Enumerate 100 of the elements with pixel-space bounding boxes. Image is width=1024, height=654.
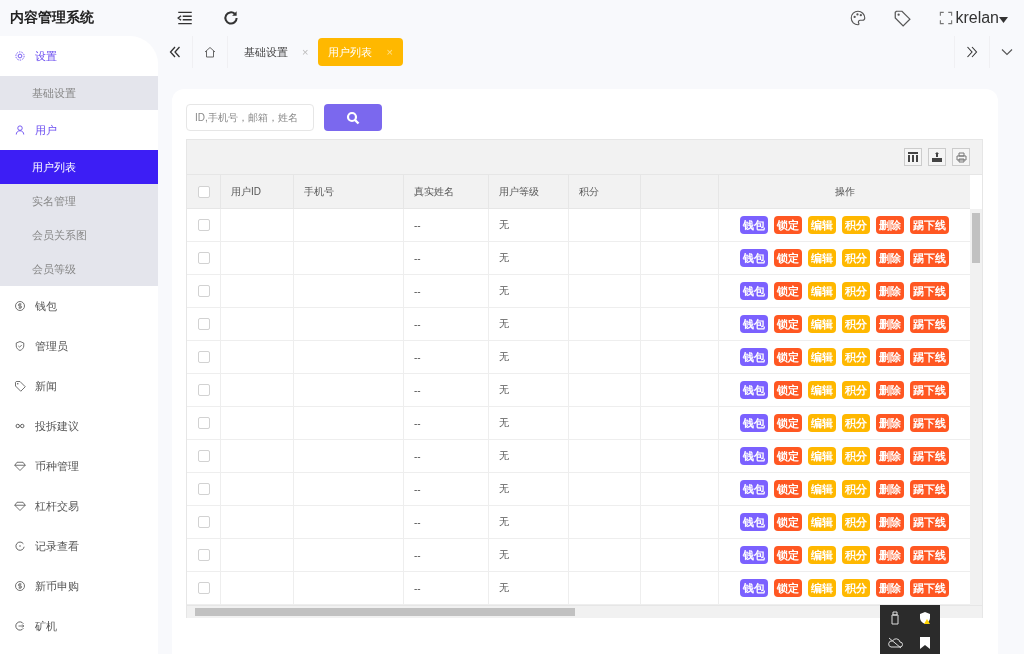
action-button[interactable]: 踢下线 <box>910 447 949 465</box>
action-button[interactable]: 积分 <box>842 315 870 333</box>
action-button[interactable]: 锁定 <box>774 282 802 300</box>
tag-icon[interactable] <box>893 9 912 27</box>
action-button[interactable]: 锁定 <box>774 546 802 564</box>
action-button[interactable]: 编辑 <box>808 249 836 267</box>
action-button[interactable]: 积分 <box>842 381 870 399</box>
checkbox[interactable] <box>197 351 210 363</box>
action-button[interactable]: 积分 <box>842 480 870 498</box>
action-button[interactable]: 踢下线 <box>910 315 949 333</box>
action-button[interactable]: 删除 <box>876 579 904 597</box>
sidebar-item[interactable]: 投拆建议 <box>0 406 158 446</box>
action-button[interactable]: 编辑 <box>808 513 836 531</box>
action-button[interactable]: 钱包 <box>740 216 768 234</box>
checkbox[interactable] <box>197 417 210 429</box>
action-button[interactable]: 积分 <box>842 513 870 531</box>
horizontal-scrollbar[interactable] <box>187 605 982 618</box>
bookmark-icon[interactable] <box>919 636 931 651</box>
action-button[interactable]: 锁定 <box>774 480 802 498</box>
action-button[interactable]: 删除 <box>876 546 904 564</box>
action-button[interactable]: 删除 <box>876 447 904 465</box>
checkbox[interactable] <box>197 285 210 297</box>
close-icon[interactable]: × <box>302 46 309 58</box>
action-button[interactable]: 删除 <box>876 348 904 366</box>
action-button[interactable]: 删除 <box>876 513 904 531</box>
action-button[interactable]: 踢下线 <box>910 249 949 267</box>
user-menu[interactable]: krelan <box>955 9 1008 27</box>
checkbox[interactable] <box>197 483 210 495</box>
refresh-icon[interactable] <box>222 9 240 27</box>
checkbox[interactable] <box>197 582 210 594</box>
cloud-off-icon[interactable] <box>887 637 903 650</box>
action-button[interactable]: 积分 <box>842 579 870 597</box>
action-button[interactable]: 踢下线 <box>910 546 949 564</box>
action-button[interactable]: 删除 <box>876 480 904 498</box>
sidebar-item[interactable]: 杠杆交易 <box>0 486 158 526</box>
menu-fold-icon[interactable] <box>176 9 194 27</box>
action-button[interactable]: 锁定 <box>774 216 802 234</box>
vertical-scrollbar[interactable] <box>970 209 982 605</box>
checkbox[interactable] <box>197 516 210 528</box>
checkbox[interactable] <box>197 384 210 396</box>
action-button[interactable]: 踢下线 <box>910 480 949 498</box>
action-button[interactable]: 删除 <box>876 315 904 333</box>
checkbox[interactable] <box>197 185 210 198</box>
action-button[interactable]: 删除 <box>876 216 904 234</box>
action-button[interactable]: 积分 <box>842 216 870 234</box>
action-button[interactable]: 锁定 <box>774 513 802 531</box>
action-button[interactable]: 锁定 <box>774 579 802 597</box>
action-button[interactable]: 钱包 <box>740 447 768 465</box>
checkbox[interactable] <box>197 450 210 462</box>
action-button[interactable]: 钱包 <box>740 315 768 333</box>
action-button[interactable]: 钱包 <box>740 414 768 432</box>
export-button[interactable] <box>928 148 946 166</box>
sidebar-item[interactable]: 管理员 <box>0 326 158 366</box>
sidebar-item[interactable]: 记录查看 <box>0 526 158 566</box>
search-button[interactable] <box>324 104 382 131</box>
checkbox[interactable] <box>197 318 210 330</box>
action-button[interactable]: 踢下线 <box>910 282 949 300</box>
action-button[interactable]: 踢下线 <box>910 414 949 432</box>
action-button[interactable]: 钱包 <box>740 348 768 366</box>
action-button[interactable]: 踢下线 <box>910 381 949 399</box>
action-button[interactable]: 锁定 <box>774 414 802 432</box>
sidebar-item[interactable]: 钱包 <box>0 286 158 326</box>
action-button[interactable]: 钱包 <box>740 579 768 597</box>
page-tab[interactable]: 基础设置 × <box>234 38 319 66</box>
action-button[interactable]: 删除 <box>876 381 904 399</box>
action-button[interactable]: 积分 <box>842 249 870 267</box>
action-button[interactable]: 积分 <box>842 546 870 564</box>
action-button[interactable]: 积分 <box>842 348 870 366</box>
checkbox[interactable] <box>197 549 210 561</box>
sidebar-item[interactable]: 币种管理 <box>0 446 158 486</box>
action-button[interactable]: 编辑 <box>808 579 836 597</box>
action-button[interactable]: 踢下线 <box>910 579 949 597</box>
action-button[interactable]: 编辑 <box>808 381 836 399</box>
action-button[interactable]: 钱包 <box>740 249 768 267</box>
action-button[interactable]: 钱包 <box>740 480 768 498</box>
scroll-right-button[interactable] <box>954 36 990 68</box>
action-button[interactable]: 编辑 <box>808 414 836 432</box>
action-button[interactable]: 编辑 <box>808 282 836 300</box>
action-button[interactable]: 编辑 <box>808 315 836 333</box>
action-button[interactable]: 积分 <box>842 282 870 300</box>
action-button[interactable]: 积分 <box>842 414 870 432</box>
action-button[interactable]: 锁定 <box>774 447 802 465</box>
submenu-item[interactable]: 会员等级 <box>0 252 158 286</box>
submenu-item[interactable]: 基础设置 <box>0 76 158 110</box>
action-button[interactable]: 钱包 <box>740 546 768 564</box>
action-button[interactable]: 踢下线 <box>910 348 949 366</box>
action-button[interactable]: 钱包 <box>740 282 768 300</box>
action-button[interactable]: 删除 <box>876 249 904 267</box>
action-button[interactable]: 钱包 <box>740 513 768 531</box>
action-button[interactable]: 删除 <box>876 414 904 432</box>
action-button[interactable]: 编辑 <box>808 480 836 498</box>
action-button[interactable]: 锁定 <box>774 348 802 366</box>
usb-drive-icon[interactable] <box>889 610 901 625</box>
action-button[interactable]: 踢下线 <box>910 216 949 234</box>
page-tab[interactable]: 用户列表 × <box>318 38 403 66</box>
sidebar-item[interactable]: 新闻 <box>0 366 158 406</box>
search-field[interactable]: ID,手机号，邮箱，姓名 <box>186 104 314 131</box>
columns-filter-button[interactable] <box>904 148 922 166</box>
submenu-item[interactable]: 会员关系图 <box>0 218 158 252</box>
submenu-item[interactable]: 实名管理 <box>0 184 158 218</box>
